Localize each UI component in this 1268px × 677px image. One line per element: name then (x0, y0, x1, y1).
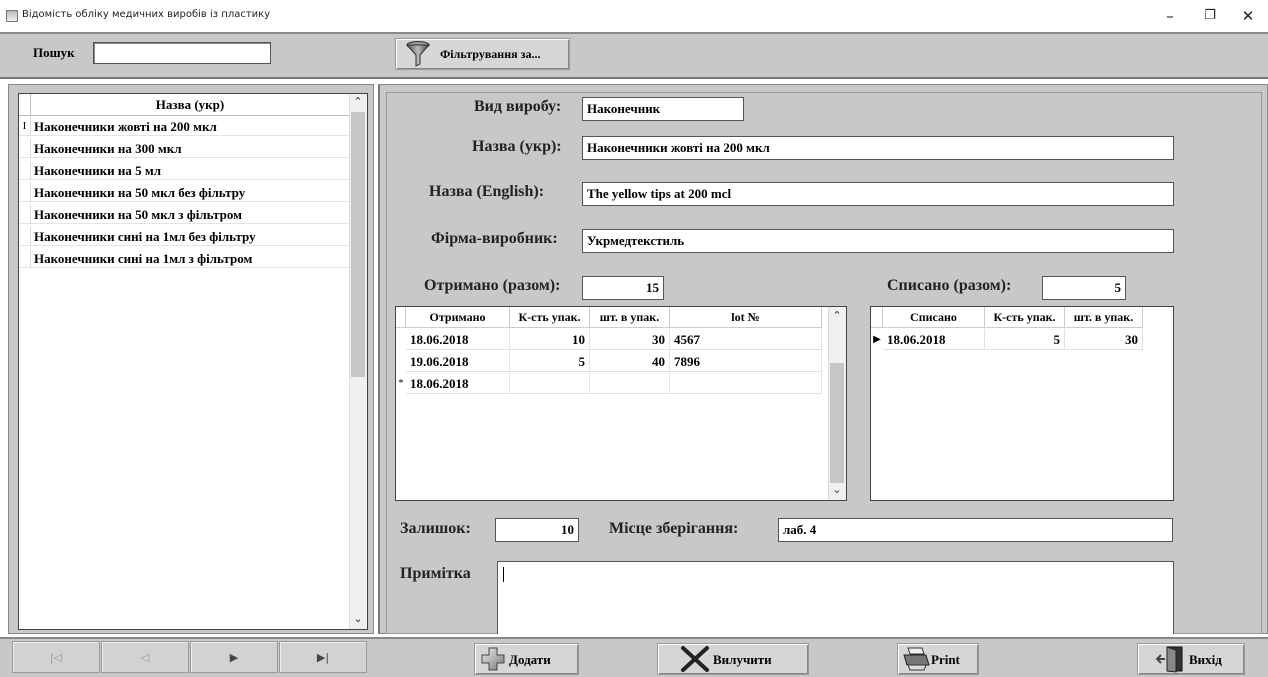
filter-button-label: Фільтрування за... (440, 47, 541, 61)
current-row-indicator: ▶ (873, 334, 881, 345)
written-off-total-label: Списано (разом): (887, 277, 1012, 294)
received-total-label: Отримано (разом): (424, 277, 561, 294)
close-button[interactable]: ✕ (1228, 4, 1268, 28)
maker-field[interactable]: Укрмедтекстиль (582, 229, 1174, 253)
received-cell-packs[interactable] (510, 373, 590, 394)
list-item[interactable]: Наконечники сині на 1мл з фільтром (19, 249, 349, 268)
received-cell-date[interactable]: 18.06.2018 (406, 329, 510, 350)
nav-next-button[interactable]: ▶ (190, 641, 278, 673)
list-item[interactable]: Наконечники на 300 мкл (19, 139, 349, 158)
list-item-label: Наконечники на 300 мкл (34, 141, 182, 156)
list-header-name-ukr[interactable]: Назва (укр) (31, 94, 349, 116)
balance-label: Залишок: (400, 520, 471, 537)
name-en-label: Назва (English): (429, 183, 545, 200)
name-ukr-label: Назва (укр): (472, 138, 562, 155)
written-off-total-field[interactable]: 5 (1042, 276, 1126, 300)
written-off-grid[interactable]: Списано К-сть упак. шт. в упак. ▶ 18.06.… (870, 306, 1174, 501)
maximize-button[interactable]: ❐ (1190, 4, 1230, 28)
received-cell-packs[interactable]: 10 (510, 329, 590, 350)
name-ukr-field[interactable]: Наконечники жовті на 200 мкл (582, 136, 1174, 160)
list-item-label: Наконечники сині на 1мл без фільтру (34, 229, 256, 244)
list-item-label: Наконечники сині на 1мл з фільтром (34, 251, 253, 266)
received-cell-packs[interactable]: 5 (510, 351, 590, 372)
search-label: Пошук (33, 45, 75, 60)
name-en-field[interactable]: The yellow tips at 200 mcl (582, 182, 1174, 206)
received-cell-lot[interactable] (670, 373, 822, 394)
exit-button-label: Вихід (1189, 652, 1222, 667)
list-item-label: Наконечники на 50 мкл без фільтру (34, 185, 246, 200)
received-col-date[interactable]: Отримано (406, 307, 510, 328)
received-col-lot[interactable]: lot № (670, 307, 822, 328)
text-cursor (503, 567, 504, 582)
nav-last-button[interactable]: ▶| (279, 641, 367, 673)
minimize-button[interactable]: – (1150, 4, 1190, 28)
printer-icon (903, 647, 930, 671)
kind-field[interactable]: Наконечник (582, 97, 744, 121)
list-item-label: Наконечники на 5 мл (34, 163, 162, 178)
maker-label: Фірма-виробник: (431, 230, 558, 247)
print-button-label: Print (931, 652, 960, 667)
written-col-packs[interactable]: К-сть упак. (985, 307, 1065, 328)
add-button-label: Додати (509, 652, 551, 667)
list-item[interactable]: Наконечники сині на 1мл без фільтру (19, 227, 349, 246)
exit-door-icon (1155, 646, 1183, 673)
cross-icon (681, 646, 709, 672)
list-item[interactable]: I Наконечники жовті на 200 мкл (19, 117, 349, 136)
list-item-label: Наконечники на 50 мкл з фільтром (34, 207, 242, 222)
received-cell-per-pack[interactable]: 30 (590, 329, 670, 350)
written-col-date[interactable]: Списано (883, 307, 985, 328)
received-grid-scrollbar-thumb[interactable] (830, 363, 844, 483)
scroll-up-icon[interactable]: ⌃ (828, 309, 846, 322)
delete-button-label: Вилучити (713, 652, 772, 667)
note-label: Примітка (400, 565, 471, 582)
current-row-indicator: I (19, 117, 31, 136)
nav-first-button[interactable]: |◁ (12, 641, 100, 673)
written-cell-packs[interactable]: 5 (985, 329, 1065, 350)
window-title: Відомість обліку медичних виробів із пла… (22, 9, 271, 20)
written-cell-date[interactable]: 18.06.2018 (883, 329, 985, 350)
app-icon (6, 10, 18, 22)
list-item[interactable]: Наконечники на 5 мл (19, 161, 349, 180)
list-item[interactable]: Наконечники на 50 мкл з фільтром (19, 205, 349, 224)
scroll-up-icon[interactable]: ⌃ (349, 95, 367, 108)
received-total-field[interactable]: 15 (582, 276, 664, 300)
scroll-down-icon[interactable]: ⌄ (828, 483, 846, 496)
funnel-icon (405, 41, 431, 67)
list-header-indicator (19, 94, 31, 116)
received-cell-lot[interactable]: 4567 (670, 329, 822, 350)
list-item[interactable]: Наконечники на 50 мкл без фільтру (19, 183, 349, 202)
note-field[interactable] (497, 561, 1174, 634)
received-cell-date[interactable]: 18.06.2018 (406, 373, 510, 394)
kind-label: Вид виробу: (474, 98, 562, 115)
plus-icon (481, 647, 505, 671)
nav-prev-button[interactable]: ◁ (101, 641, 189, 673)
received-grid[interactable]: Отримано К-сть упак. шт. в упак. lot № 1… (395, 306, 847, 501)
scroll-down-icon[interactable]: ⌄ (349, 612, 367, 625)
written-cell-per-pack[interactable]: 30 (1065, 329, 1143, 350)
received-cell-per-pack[interactable] (590, 373, 670, 394)
list-item-label: Наконечники жовті на 200 мкл (34, 119, 217, 134)
storage-label: Місце зберігання: (609, 520, 739, 537)
received-col-per-pack[interactable]: шт. в упак. (590, 307, 670, 328)
search-input[interactable] (93, 42, 271, 64)
new-row-indicator: * (398, 378, 404, 389)
storage-field[interactable]: лаб. 4 (778, 518, 1173, 542)
received-cell-per-pack[interactable]: 40 (590, 351, 670, 372)
received-cell-lot[interactable]: 7896 (670, 351, 822, 372)
balance-field[interactable]: 10 (495, 518, 579, 542)
list-scrollbar-thumb[interactable] (351, 112, 365, 377)
received-cell-date[interactable]: 19.06.2018 (406, 351, 510, 372)
written-col-per-pack[interactable]: шт. в упак. (1065, 307, 1143, 328)
received-col-packs[interactable]: К-сть упак. (510, 307, 590, 328)
